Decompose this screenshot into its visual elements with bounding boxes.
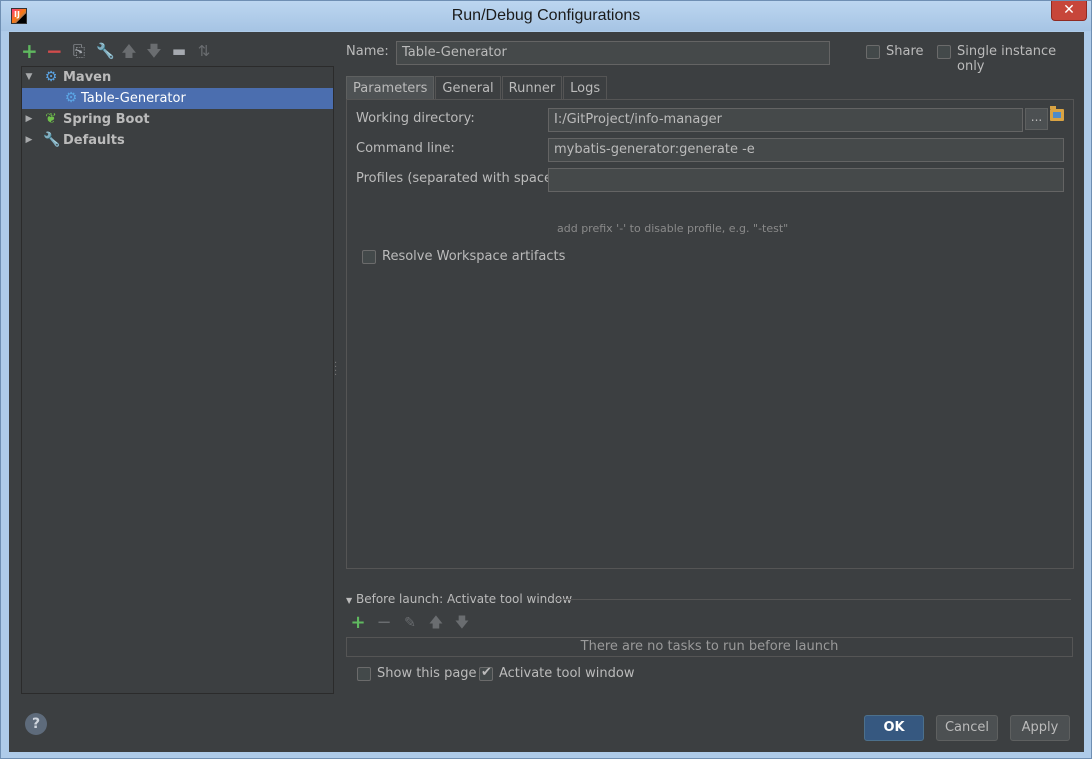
- close-button[interactable]: ✕: [1051, 1, 1087, 21]
- tree-item-defaults[interactable]: ▶ 🔧 Defaults: [22, 130, 333, 151]
- splitter-handle[interactable]: · · · ·: [334, 359, 337, 381]
- check-icon: ✔: [481, 665, 492, 680]
- expanded-arrow-icon[interactable]: ▼: [24, 67, 34, 88]
- tree-item-table-generator[interactable]: ⚙ Table-Generator: [22, 88, 333, 109]
- resolve-workspace-label: Resolve Workspace artifacts: [382, 249, 566, 264]
- activate-tool-window-checkbox[interactable]: ✔: [479, 665, 493, 681]
- remove-task-icon[interactable]: −: [376, 614, 392, 632]
- edit-task-icon[interactable]: ✎: [402, 614, 418, 632]
- gear-icon: ⚙: [44, 69, 58, 85]
- single-instance-checkbox[interactable]: [937, 45, 951, 59]
- working-directory-field[interactable]: I:/GitProject/info-manager: [548, 108, 1023, 132]
- move-task-down-icon[interactable]: 🡇: [454, 614, 470, 632]
- share-label: Share: [886, 44, 924, 59]
- open-folder-icon[interactable]: [1050, 106, 1064, 121]
- tree-item-label: Spring Boot: [63, 112, 150, 127]
- tree-item-label: Defaults: [63, 133, 125, 148]
- add-icon[interactable]: +: [21, 41, 38, 61]
- name-label: Name:: [346, 44, 389, 59]
- collapsed-arrow-icon[interactable]: ▶: [24, 109, 34, 130]
- before-launch-toolbar: + − ✎ 🡅 🡇: [350, 614, 470, 632]
- tree-item-spring-boot[interactable]: ▶ ❦ Spring Boot: [22, 109, 333, 130]
- parameters-panel: Working directory: I:/GitProject/info-ma…: [346, 99, 1074, 569]
- title-bar[interactable]: Run/Debug Configurations ✕: [1, 1, 1091, 31]
- add-task-icon[interactable]: +: [350, 614, 366, 632]
- config-tree[interactable]: ▼ ⚙ Maven ⚙ Table-Generator ▶ ❦ Spring B…: [21, 66, 334, 694]
- remove-icon[interactable]: −: [46, 41, 63, 61]
- gear-icon: ⚙: [64, 90, 78, 106]
- help-icon[interactable]: ?: [25, 713, 47, 735]
- resolve-workspace-checkbox[interactable]: [362, 250, 376, 264]
- spring-leaf-icon: ❦: [45, 111, 57, 127]
- move-down-icon[interactable]: 🡇: [146, 42, 162, 60]
- profiles-field[interactable]: [548, 168, 1064, 192]
- copy-icon[interactable]: ⎘: [71, 42, 87, 60]
- close-icon: ✕: [1063, 2, 1075, 18]
- show-this-page-label: Show this page: [377, 666, 477, 681]
- config-toolbar: + − ⎘ 🔧 🡅 🡇 ▬ ⇅: [21, 40, 212, 62]
- cancel-button[interactable]: Cancel: [936, 715, 998, 741]
- tab-runner[interactable]: Runner: [501, 76, 563, 100]
- before-launch-title: Before launch: Activate tool window: [355, 592, 573, 606]
- edit-defaults-icon[interactable]: 🔧: [96, 42, 115, 60]
- sort-icon[interactable]: ⇅: [196, 42, 212, 60]
- run-debug-dialog: Run/Debug Configurations ✕ + − ⎘ 🔧 🡅 🡇 ▬…: [0, 0, 1092, 759]
- tab-general[interactable]: General: [435, 76, 501, 100]
- move-up-icon[interactable]: 🡅: [121, 42, 137, 60]
- apply-button[interactable]: Apply: [1010, 715, 1070, 741]
- tree-item-label: Maven: [63, 70, 112, 85]
- window-title: Run/Debug Configurations: [451, 7, 641, 24]
- tab-logs[interactable]: Logs: [563, 76, 608, 100]
- tab-parameters[interactable]: Parameters: [346, 76, 435, 100]
- move-task-up-icon[interactable]: 🡅: [428, 614, 444, 632]
- share-checkbox[interactable]: [866, 45, 880, 59]
- activate-tool-window-label: Activate tool window: [499, 666, 635, 681]
- separator: [556, 599, 1071, 600]
- tab-bar: Parameters General Runner Logs: [346, 76, 608, 100]
- command-line-field[interactable]: mybatis-generator:generate -e: [548, 138, 1064, 162]
- working-directory-label: Working directory:: [356, 111, 475, 126]
- name-field[interactable]: Table-Generator: [396, 41, 830, 65]
- profiles-label: Profiles (separated with space):: [356, 171, 562, 186]
- before-launch-header[interactable]: ▼ Before launch: Activate tool window: [346, 592, 572, 606]
- wrench-icon: 🔧: [43, 132, 61, 148]
- command-line-label: Command line:: [356, 141, 455, 156]
- tree-item-maven[interactable]: ▼ ⚙ Maven: [22, 67, 333, 88]
- collapsed-arrow-icon[interactable]: ▶: [24, 130, 34, 151]
- ok-button[interactable]: OK: [864, 715, 924, 741]
- show-this-page-checkbox[interactable]: [357, 667, 371, 681]
- single-instance-label: Single instance only: [957, 44, 1057, 74]
- before-launch-list[interactable]: There are no tasks to run before launch: [346, 637, 1073, 657]
- tree-item-label: Table-Generator: [81, 91, 186, 106]
- browse-button[interactable]: ...: [1025, 108, 1048, 130]
- collapse-arrow-icon[interactable]: ▼: [346, 596, 352, 605]
- dialog-body: + − ⎘ 🔧 🡅 🡇 ▬ ⇅ ▼ ⚙ Maven ⚙ Table-Genera…: [9, 32, 1084, 752]
- folder-icon[interactable]: ▬: [171, 42, 187, 60]
- profiles-hint: add prefix '-' to disable profile, e.g. …: [557, 222, 789, 235]
